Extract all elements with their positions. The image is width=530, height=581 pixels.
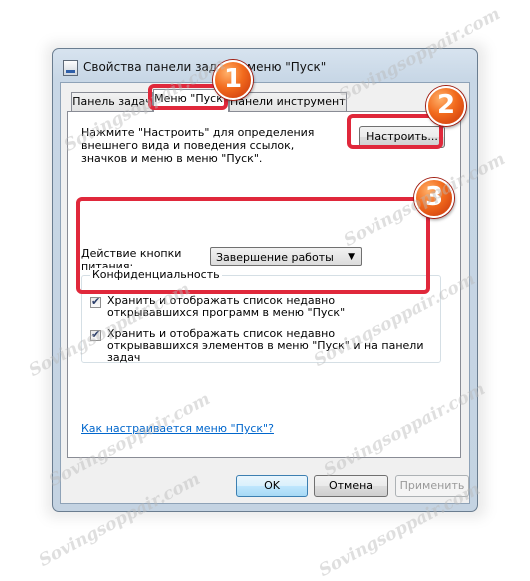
tab-taskbar[interactable]: Панель задач (71, 92, 153, 111)
customize-description: Нажмите "Настроить" для определения внеш… (81, 126, 315, 165)
check-icon: ✔ (91, 328, 101, 341)
store-programs-checkbox[interactable]: ✔ (90, 295, 101, 308)
ok-button-label: OK (264, 479, 280, 492)
title-bar[interactable]: Свойства панели задач и меню "Пуск" (53, 49, 477, 83)
step-3-badge: 3 (414, 178, 454, 218)
store-items-label[interactable]: Хранить и отображать список недавно откр… (107, 328, 427, 364)
store-items-checkbox[interactable]: ✔ (90, 328, 101, 341)
help-link[interactable]: Как настраивается меню "Пуск"? (81, 422, 274, 435)
step-1-badge: 1 (213, 60, 253, 100)
ok-button[interactable]: OK (236, 475, 308, 497)
customize-button-highlight (347, 114, 443, 149)
privacy-group-highlight (76, 197, 430, 294)
tab-toolbars[interactable]: Панели инструментов (229, 92, 347, 111)
apply-button-label: Применить (399, 479, 465, 492)
check-icon: ✔ (91, 295, 101, 308)
window-title: Свойства панели задач и меню "Пуск" (83, 60, 327, 74)
apply-button: Применить (395, 475, 469, 497)
cancel-button-label: Отмена (328, 479, 374, 492)
step-2-badge: 2 (426, 86, 466, 126)
store-programs-label[interactable]: Хранить и отображать список недавно откр… (107, 295, 427, 319)
taskbar-properties-icon (63, 60, 78, 76)
cancel-button[interactable]: Отмена (314, 475, 388, 497)
tab-label: Панель задач (72, 95, 152, 108)
tab-label: Панели инструментов (230, 95, 347, 108)
